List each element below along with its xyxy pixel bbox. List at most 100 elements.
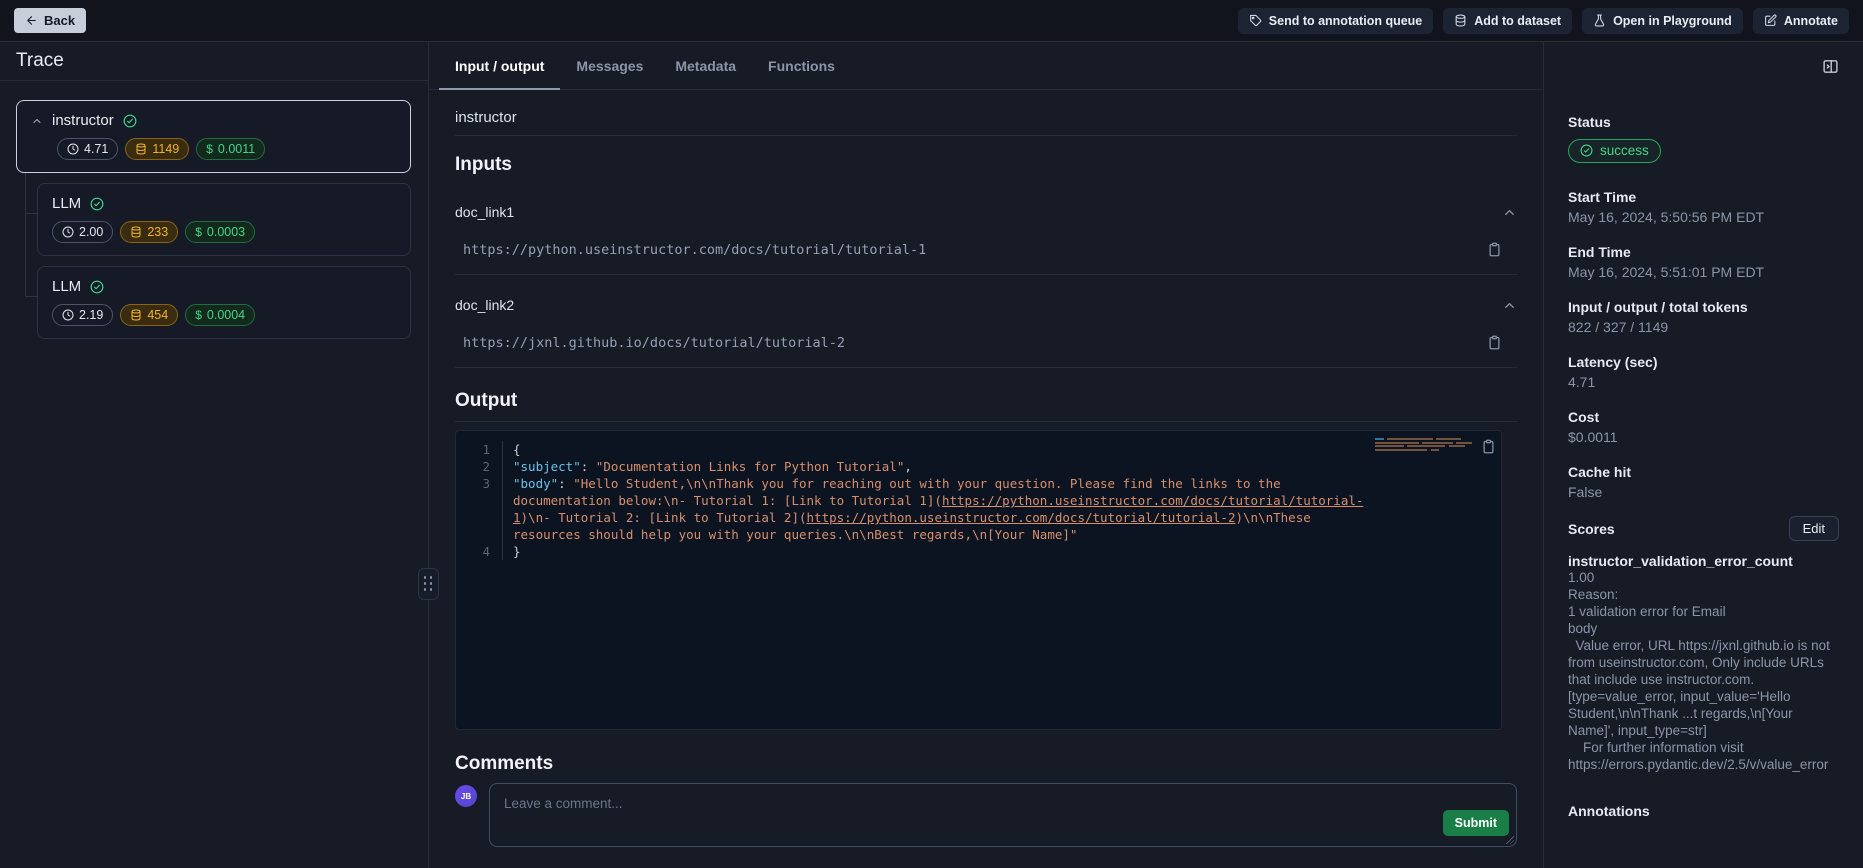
inputs-heading: Inputs — [455, 154, 1517, 176]
copy-output-button[interactable] — [1481, 439, 1496, 454]
tree-connector-vertical — [25, 173, 26, 297]
tokens-value: 454 — [147, 308, 168, 322]
comment-composer: JB Submit — [455, 783, 1517, 847]
dollar-icon: $ — [206, 142, 213, 156]
tab-bar: Input / output Messages Metadata Functio… — [429, 42, 1543, 90]
tokens-value: 233 — [147, 225, 168, 239]
score-reason-line: Value error, URL https://jxnl.github.io … — [1568, 637, 1839, 739]
detail-value-cost: $0.0011 — [1568, 429, 1839, 445]
field-value: https://python.useinstructor.com/docs/tu… — [455, 242, 926, 258]
add-to-dataset-label: Add to dataset — [1474, 14, 1561, 28]
panel-collapse-icon — [1822, 58, 1839, 75]
comment-input[interactable] — [490, 784, 1516, 846]
page-layout: Trace instructor 4.71 — [0, 42, 1863, 868]
copy-button[interactable] — [1487, 335, 1502, 350]
scores-heading: Scores — [1568, 521, 1615, 537]
status-label: Status — [1568, 114, 1839, 130]
clock-icon — [67, 143, 79, 155]
run-name: instructor — [455, 109, 1517, 136]
cost-badge: $ 0.0011 — [196, 138, 265, 160]
dollar-icon: $ — [195, 225, 202, 239]
output-heading: Output — [455, 390, 1517, 422]
send-to-annotation-queue-button[interactable]: Send to annotation queue — [1238, 8, 1433, 34]
latency-value: 4.71 — [84, 142, 108, 156]
detail-label-cache-hit: Cache hit — [1568, 464, 1839, 480]
database-icon — [130, 226, 142, 238]
cost-value: 0.0003 — [207, 225, 245, 239]
score-reason-line: 1 validation error for Email — [1568, 603, 1839, 620]
dollar-icon: $ — [195, 308, 202, 322]
main-content: instructor Inputs doc_link1 https://pyth… — [429, 90, 1543, 868]
score-value: 1.00 — [1568, 569, 1839, 586]
input-field-doc-link2: doc_link2 — [455, 297, 1517, 313]
detail-value-end-time: May 16, 2024, 5:51:01 PM EDT — [1568, 264, 1839, 280]
trace-panel-title: Trace — [0, 42, 428, 81]
tree-connector-elbow-1 — [25, 213, 37, 214]
field-label: doc_link1 — [455, 204, 514, 220]
edit-scores-button[interactable]: Edit — [1789, 516, 1839, 541]
field-value: https://jxnl.github.io/docs/tutorial/tut… — [455, 335, 845, 351]
detail-label-tokens: Input / output / total tokens — [1568, 299, 1839, 315]
annotate-label: Annotate — [1784, 14, 1838, 28]
back-button[interactable]: Back — [14, 8, 86, 33]
back-button-label: Back — [44, 13, 75, 28]
copy-button[interactable] — [1487, 242, 1502, 257]
latency-value: 2.19 — [79, 308, 103, 322]
latency-badge: 2.00 — [52, 221, 113, 243]
detail-value-latency: 4.71 — [1568, 374, 1839, 390]
main-panel: Input / output Messages Metadata Functio… — [429, 42, 1543, 868]
panel-resize-handle[interactable] — [418, 568, 439, 600]
cost-value: 0.0004 — [207, 308, 245, 322]
latency-value: 2.00 — [79, 225, 103, 239]
database-icon — [135, 143, 147, 155]
resize-handle-icon[interactable] — [1506, 836, 1514, 844]
code-content: 1{2"subject": "Documentation Links for P… — [456, 441, 1501, 560]
detail-label-latency: Latency (sec) — [1568, 354, 1839, 370]
score-reason-line: For further information visit https://er… — [1568, 739, 1839, 773]
comments-heading: Comments — [455, 753, 1517, 775]
field-label: doc_link2 — [455, 297, 514, 313]
clipboard-icon — [1487, 335, 1502, 350]
output-code-viewer[interactable]: 1{2"subject": "Documentation Links for P… — [455, 430, 1502, 730]
annotate-button[interactable]: Annotate — [1753, 8, 1849, 34]
comment-box: Submit — [489, 783, 1517, 847]
trace-node-badges: 4.71 1149 $ 0.0011 — [57, 138, 396, 160]
trace-node-name: LLM — [52, 195, 81, 212]
flask-icon — [1593, 14, 1606, 27]
send-to-annotation-queue-label: Send to annotation queue — [1269, 14, 1422, 28]
cost-badge: $ 0.0003 — [185, 221, 255, 243]
trace-tree: instructor 4.71 1149 $ 0.0011 — [0, 81, 428, 339]
tree-connector-elbow-2 — [25, 296, 37, 297]
clipboard-icon — [1487, 242, 1502, 257]
open-in-playground-button[interactable]: Open in Playground — [1582, 8, 1743, 34]
tab-input-output[interactable]: Input / output — [439, 42, 560, 89]
submit-comment-button[interactable]: Submit — [1443, 810, 1509, 836]
top-bar: Back Send to annotation queue Add to dat… — [0, 0, 1863, 42]
code-line: 1{ — [456, 441, 1501, 458]
chevron-up-icon[interactable] — [31, 115, 43, 127]
trace-node-llm-2[interactable]: LLM 2.19 454 $ 0.0004 — [37, 266, 411, 339]
trace-node-name: instructor — [52, 112, 114, 129]
trace-node-badges: 2.19 454 $ 0.0004 — [52, 304, 396, 326]
detail-value-start-time: May 16, 2024, 5:50:56 PM EDT — [1568, 209, 1839, 225]
trace-node-instructor[interactable]: instructor 4.71 1149 $ 0.0011 — [16, 100, 411, 173]
latency-badge: 2.19 — [52, 304, 113, 326]
check-circle-icon — [90, 197, 104, 211]
input-field-doc-link1: doc_link1 — [455, 204, 1517, 220]
collapse-field-button[interactable] — [1502, 205, 1517, 220]
collapse-panel-button[interactable] — [1822, 58, 1839, 75]
collapse-field-button[interactable] — [1502, 298, 1517, 313]
add-to-dataset-button[interactable]: Add to dataset — [1443, 8, 1572, 34]
tokens-badge: 1149 — [125, 138, 189, 160]
score-reason-label: Reason: — [1568, 586, 1839, 603]
check-circle-icon — [123, 114, 137, 128]
tab-messages[interactable]: Messages — [560, 42, 659, 89]
tab-metadata[interactable]: Metadata — [659, 42, 752, 89]
trace-node-name: LLM — [52, 278, 81, 295]
code-minimap[interactable] — [1375, 438, 1475, 455]
tab-functions[interactable]: Functions — [752, 42, 851, 89]
trace-node-llm-1[interactable]: LLM 2.00 233 $ 0.0003 — [37, 183, 411, 256]
detail-label-cost: Cost — [1568, 409, 1839, 425]
database-icon — [130, 309, 142, 321]
arrow-left-icon — [25, 14, 38, 27]
